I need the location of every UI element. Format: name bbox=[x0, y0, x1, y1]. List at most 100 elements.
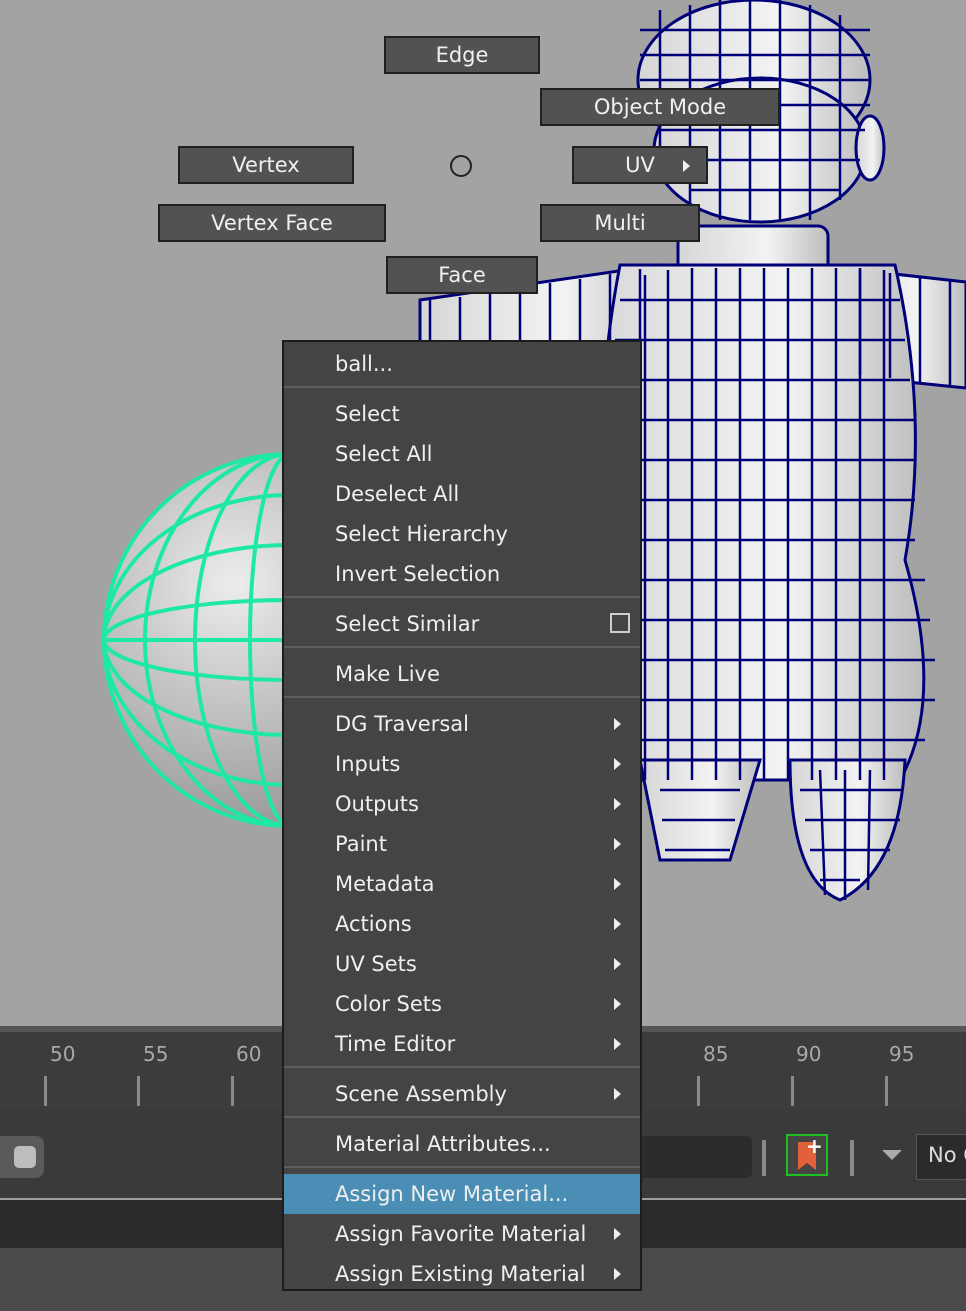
menu-separator bbox=[284, 1066, 640, 1068]
marking-menu-edge[interactable]: Edge bbox=[384, 36, 540, 74]
vertex-face-label: Vertex Face bbox=[211, 211, 333, 235]
range-marker bbox=[762, 1140, 766, 1176]
menu-item-label: Outputs bbox=[335, 792, 419, 816]
tick-label: 55 bbox=[143, 1042, 169, 1066]
menu-item-label: Time Editor bbox=[335, 1032, 456, 1056]
submenu-arrow-icon bbox=[614, 1228, 621, 1240]
option-box-icon[interactable] bbox=[610, 613, 630, 633]
edge-label: Edge bbox=[435, 43, 489, 67]
menu-item-label: UV Sets bbox=[335, 952, 417, 976]
submenu-arrow-icon bbox=[614, 798, 621, 810]
range-marker bbox=[850, 1140, 854, 1176]
menu-item-label: Select Similar bbox=[335, 612, 480, 636]
tick-mark bbox=[697, 1076, 700, 1106]
dropdown-arrow-icon[interactable] bbox=[882, 1150, 902, 1160]
menu-item-label: Metadata bbox=[335, 872, 435, 896]
menu-item-outputs[interactable]: Outputs bbox=[284, 784, 640, 824]
menu-item-label: Assign Favorite Material bbox=[335, 1222, 587, 1246]
marking-menu-vertex[interactable]: Vertex bbox=[178, 146, 354, 184]
submenu-arrow-icon bbox=[614, 838, 621, 850]
marking-menu-uv[interactable]: UV bbox=[572, 146, 708, 184]
range-end-field[interactable] bbox=[640, 1136, 752, 1178]
menu-item-invert-selection[interactable]: Invert Selection bbox=[284, 554, 640, 594]
menu-item-material-attributes[interactable]: Material Attributes... bbox=[284, 1124, 640, 1164]
menu-item-label: Make Live bbox=[335, 662, 440, 686]
menu-item-label: Paint bbox=[335, 832, 387, 856]
menu-item-assign-favorite-material[interactable]: Assign Favorite Material bbox=[284, 1214, 640, 1254]
object-context-menu: ball... Select Select All Deselect All S… bbox=[282, 340, 642, 1291]
menu-item-select[interactable]: Select bbox=[284, 394, 640, 434]
submenu-arrow-icon bbox=[614, 1038, 621, 1050]
menu-item-uv-sets[interactable]: UV Sets bbox=[284, 944, 640, 984]
menu-item-label: Select All bbox=[335, 442, 433, 466]
uv-label: UV bbox=[625, 153, 655, 177]
vertex-label: Vertex bbox=[232, 153, 300, 177]
menu-item-label: Invert Selection bbox=[335, 562, 501, 586]
menu-item-label: Color Sets bbox=[335, 992, 442, 1016]
menu-item-select-all[interactable]: Select All bbox=[284, 434, 640, 474]
tick-label: 95 bbox=[889, 1042, 915, 1066]
tick-mark bbox=[44, 1076, 47, 1106]
menu-separator bbox=[284, 696, 640, 698]
menu-item-label: Select bbox=[335, 402, 400, 426]
submenu-arrow-icon bbox=[683, 160, 690, 172]
menu-item-label: Inputs bbox=[335, 752, 401, 776]
tick-mark bbox=[791, 1076, 794, 1106]
face-label: Face bbox=[438, 263, 486, 287]
menu-item-assign-new-material[interactable]: Assign New Material... bbox=[284, 1174, 640, 1214]
menu-item-make-live[interactable]: Make Live bbox=[284, 654, 640, 694]
menu-item-time-editor[interactable]: Time Editor bbox=[284, 1024, 640, 1064]
multi-label: Multi bbox=[594, 211, 646, 235]
menu-item-label: Assign Existing Material bbox=[335, 1262, 586, 1286]
marking-menu-vertex-face[interactable]: Vertex Face bbox=[158, 204, 386, 242]
menu-item-assign-existing-material[interactable]: Assign Existing Material bbox=[284, 1254, 640, 1294]
range-slider-handle[interactable] bbox=[0, 1136, 44, 1178]
menu-item-object-name[interactable]: ball... bbox=[284, 344, 640, 384]
menu-item-paint[interactable]: Paint bbox=[284, 824, 640, 864]
submenu-arrow-icon bbox=[614, 718, 621, 730]
tick-label: 90 bbox=[796, 1042, 822, 1066]
menu-separator bbox=[284, 646, 640, 648]
menu-item-label: Select Hierarchy bbox=[335, 522, 508, 546]
menu-item-dg-traversal[interactable]: DG Traversal bbox=[284, 704, 640, 744]
plus-icon: + bbox=[806, 1134, 823, 1158]
menu-item-color-sets[interactable]: Color Sets bbox=[284, 984, 640, 1024]
menu-separator bbox=[284, 386, 640, 388]
tick-label: 50 bbox=[50, 1042, 76, 1066]
add-bookmark-button[interactable]: + bbox=[786, 1134, 828, 1176]
menu-item-label: Deselect All bbox=[335, 482, 460, 506]
tick-mark bbox=[231, 1076, 234, 1106]
menu-item-label: DG Traversal bbox=[335, 712, 469, 736]
menu-separator bbox=[284, 1116, 640, 1118]
menu-item-label: Material Attributes... bbox=[335, 1132, 551, 1156]
submenu-arrow-icon bbox=[614, 1088, 621, 1100]
menu-item-label: Scene Assembly bbox=[335, 1082, 507, 1106]
menu-item-label: Actions bbox=[335, 912, 412, 936]
tick-label: 60 bbox=[236, 1042, 262, 1066]
marking-menu-object-mode[interactable]: Object Mode bbox=[540, 88, 780, 126]
menu-item-metadata[interactable]: Metadata bbox=[284, 864, 640, 904]
menu-item-label: Assign New Material... bbox=[335, 1182, 569, 1206]
menu-item-label: ball... bbox=[335, 352, 393, 376]
menu-item-inputs[interactable]: Inputs bbox=[284, 744, 640, 784]
marking-menu-multi[interactable]: Multi bbox=[540, 204, 700, 242]
menu-item-select-similar[interactable]: Select Similar bbox=[284, 604, 640, 644]
range-handle-knob[interactable] bbox=[14, 1146, 36, 1168]
tick-mark bbox=[137, 1076, 140, 1106]
marking-menu-center-icon bbox=[450, 155, 472, 177]
menu-separator bbox=[284, 1166, 640, 1168]
menu-item-actions[interactable]: Actions bbox=[284, 904, 640, 944]
object-mode-label: Object Mode bbox=[593, 95, 727, 119]
menu-item-scene-assembly[interactable]: Scene Assembly bbox=[284, 1074, 640, 1114]
submenu-arrow-icon bbox=[614, 958, 621, 970]
submenu-arrow-icon bbox=[614, 1268, 621, 1280]
menu-item-select-hierarchy[interactable]: Select Hierarchy bbox=[284, 514, 640, 554]
tick-label: 85 bbox=[703, 1042, 729, 1066]
tick-mark bbox=[885, 1076, 888, 1106]
submenu-arrow-icon bbox=[614, 758, 621, 770]
menu-item-deselect-all[interactable]: Deselect All bbox=[284, 474, 640, 514]
submenu-arrow-icon bbox=[614, 878, 621, 890]
menu-separator bbox=[284, 596, 640, 598]
character-set-field[interactable]: No C bbox=[916, 1134, 966, 1180]
marking-menu-face[interactable]: Face bbox=[386, 256, 538, 294]
